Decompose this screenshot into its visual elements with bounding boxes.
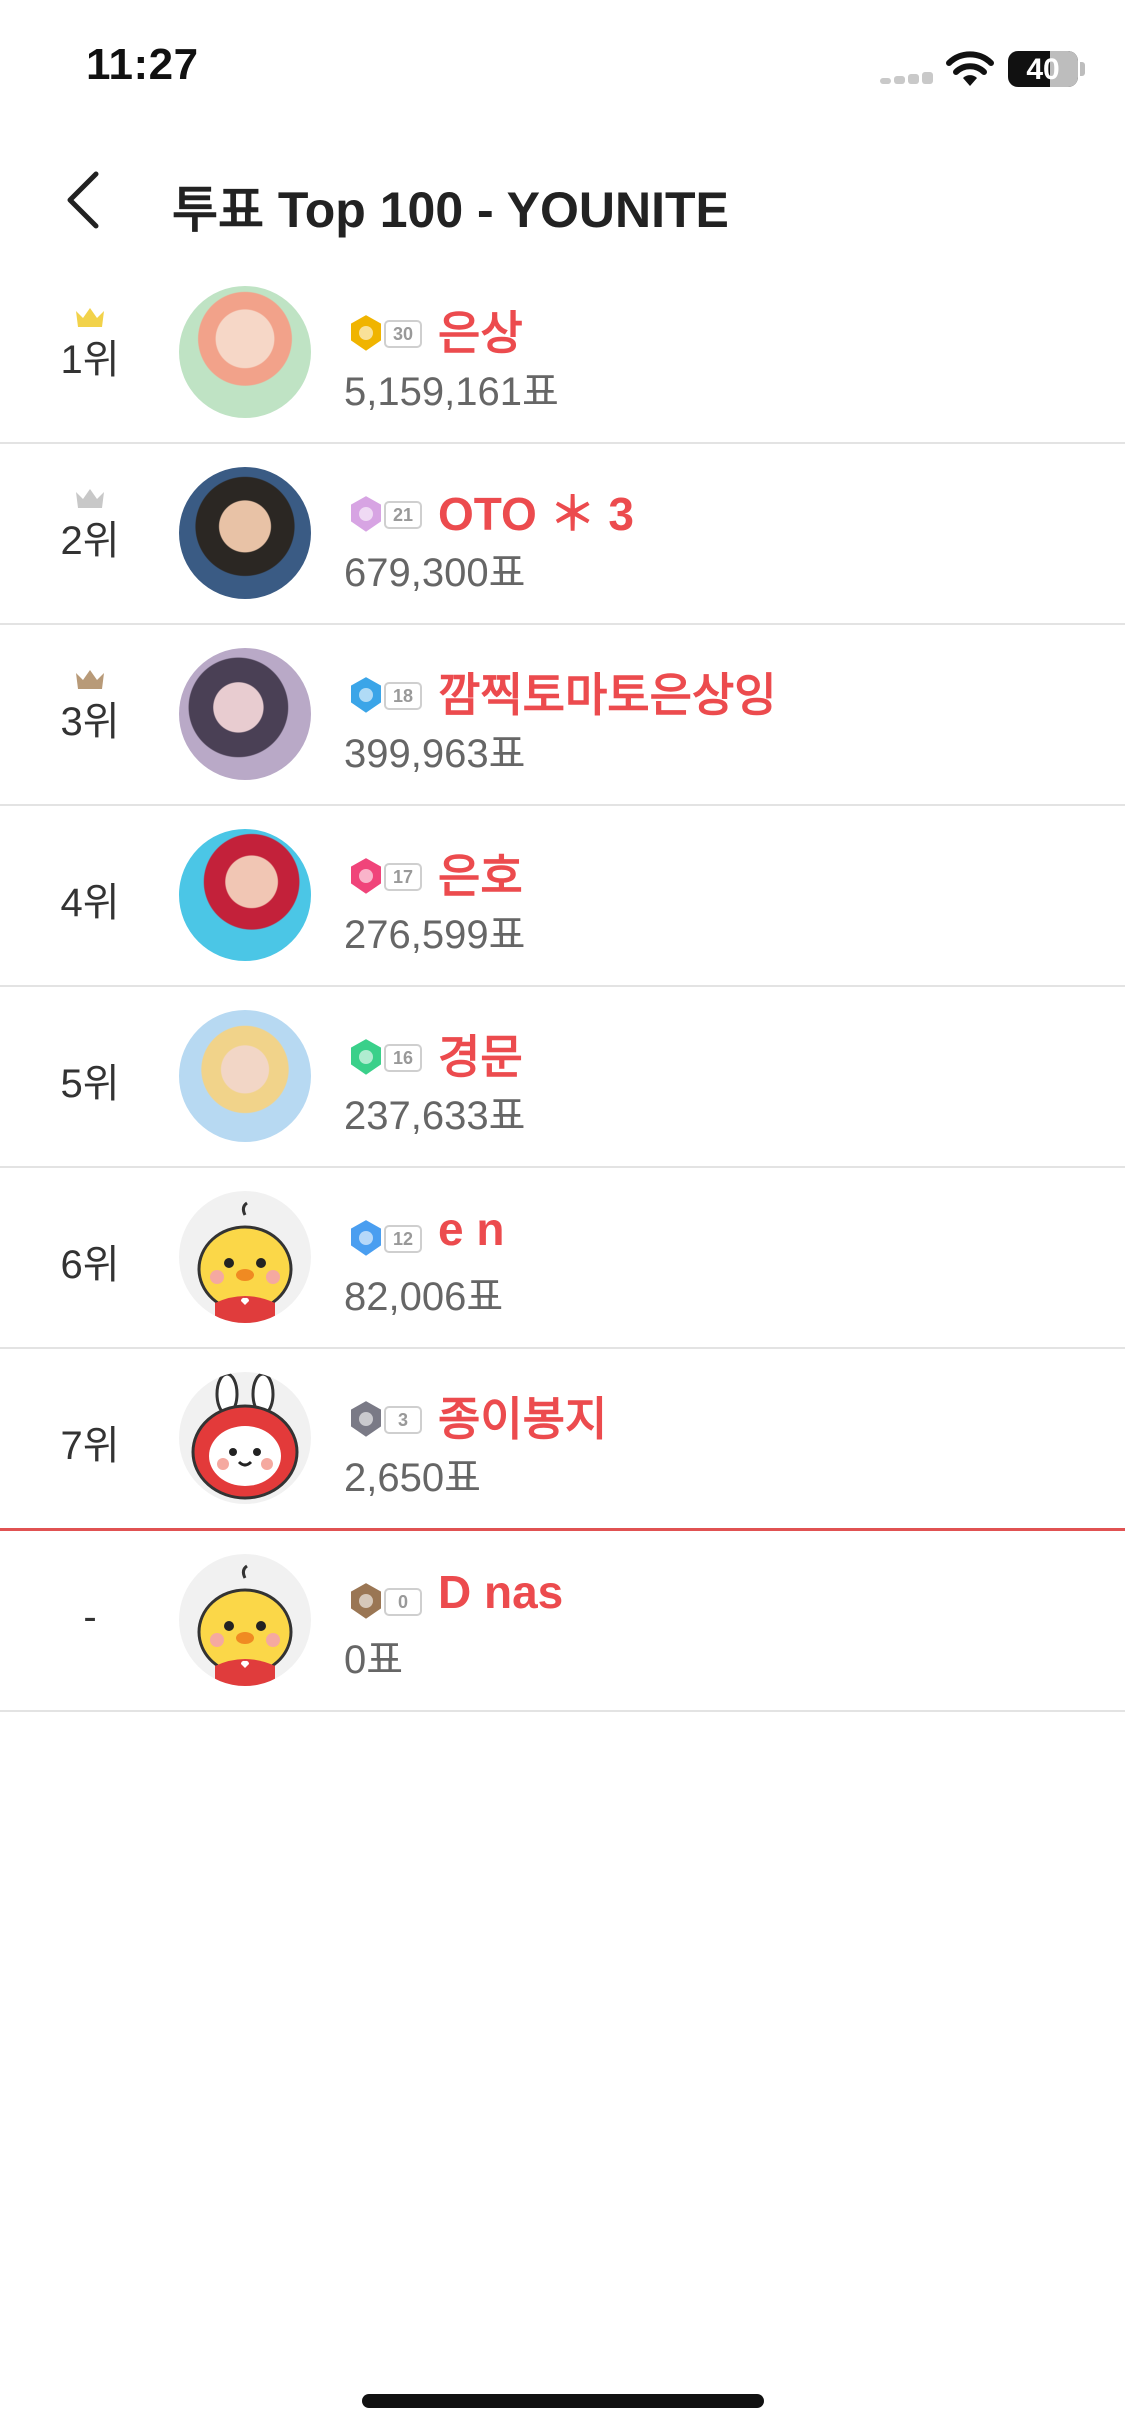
- ranking-row[interactable]: 5위 16 경문 237,633표: [0, 987, 1125, 1168]
- rank-cell: 3위: [0, 625, 180, 804]
- battery-tip: [1080, 62, 1085, 76]
- cellular-signal-icon: [880, 72, 933, 84]
- level-number: 0: [384, 1588, 422, 1616]
- crown-icon: [76, 670, 104, 689]
- level-number: 18: [384, 682, 422, 710]
- status-time: 11:27: [86, 40, 199, 89]
- avatar[interactable]: [179, 1554, 311, 1686]
- level-number: 16: [384, 1044, 422, 1072]
- user-name[interactable]: 깜찍토마토은상잉: [438, 659, 777, 725]
- ranking-row[interactable]: 2위 21 OTO ＊ 3 679,300표: [0, 444, 1125, 625]
- level-number: 3: [384, 1406, 422, 1434]
- avatar[interactable]: [179, 467, 311, 599]
- avatar[interactable]: [179, 286, 311, 418]
- avatar[interactable]: [179, 1372, 311, 1504]
- avatar[interactable]: [179, 1191, 311, 1323]
- level-badge-icon: [349, 493, 383, 535]
- rank-cell: -: [0, 1531, 180, 1710]
- rank-cell: 6위: [0, 1168, 180, 1347]
- user-info: 16 경문 237,633표: [344, 987, 1105, 1166]
- level-badge-icon: [349, 1398, 383, 1440]
- level-badge-icon: [349, 1580, 383, 1622]
- vote-count: 399,963표: [344, 732, 526, 776]
- level-number: 12: [384, 1225, 422, 1253]
- vote-count: 237,633표: [344, 1094, 526, 1138]
- wifi-icon: [946, 51, 994, 86]
- user-info: 3 종이봉지 2,650표: [344, 1349, 1105, 1528]
- ranking-row[interactable]: 1위 30 은상 5,159,161표: [0, 263, 1125, 444]
- level-badge-icon: [349, 312, 383, 354]
- level-number: 21: [384, 501, 422, 529]
- level-number: 30: [384, 320, 422, 348]
- vote-count: 5,159,161표: [344, 370, 559, 414]
- ranking-row[interactable]: 6위 12 e n 82,006표: [0, 1168, 1125, 1349]
- battery-icon: 40: [1008, 51, 1078, 87]
- rank-cell: 7위: [0, 1349, 180, 1528]
- vote-count: 2,650표: [344, 1456, 481, 1500]
- rank-cell: 4위: [0, 806, 180, 985]
- vote-count: 0표: [344, 1638, 404, 1682]
- level-badge-icon: [349, 1036, 383, 1078]
- vote-count: 276,599표: [344, 913, 526, 957]
- level-number: 17: [384, 863, 422, 891]
- rank-label: 3위: [60, 700, 120, 744]
- user-name[interactable]: D nas: [438, 1565, 563, 1619]
- vote-count: 82,006표: [344, 1275, 504, 1319]
- avatar[interactable]: [179, 829, 311, 961]
- user-name[interactable]: 경문: [438, 1021, 523, 1087]
- rank-label: 4위: [60, 881, 120, 925]
- user-info: 21 OTO ＊ 3 679,300표: [344, 444, 1105, 623]
- ranking-row[interactable]: 3위 18 깜찍토마토은상잉 399,963표: [0, 625, 1125, 806]
- crown-icon: [76, 308, 104, 327]
- rank-label: 5위: [60, 1062, 120, 1106]
- user-name[interactable]: 종이봉지: [438, 1383, 607, 1449]
- avatar[interactable]: [179, 648, 311, 780]
- user-name[interactable]: OTO ＊ 3: [438, 478, 634, 544]
- ranking-row[interactable]: 4위 17 은호 276,599표: [0, 806, 1125, 987]
- ranking-list: 1위 30 은상 5,159,161표 2위 21 OTO ＊ 3 679,300표 3위 18 깜…: [0, 263, 1125, 1712]
- level-badge-icon: [349, 1217, 383, 1259]
- ranking-row[interactable]: 7위 3 종이봉지 2,650표: [0, 1349, 1125, 1531]
- back-button[interactable]: [56, 164, 116, 236]
- user-name[interactable]: 은상: [438, 297, 523, 363]
- chevron-left-icon: [67, 171, 99, 229]
- page-title: 투표 Top 100 - YOUNITE: [172, 182, 729, 238]
- user-info: 17 은호 276,599표: [344, 806, 1105, 985]
- crown-icon: [76, 489, 104, 508]
- status-bar: 11:27 40: [0, 0, 1125, 140]
- level-badge-icon: [349, 855, 383, 897]
- rank-label: 6위: [60, 1243, 120, 1287]
- avatar[interactable]: [179, 1010, 311, 1142]
- battery-level: 40: [1026, 53, 1060, 86]
- rank-label: 1위: [60, 338, 120, 382]
- rank-cell: 2위: [0, 444, 180, 623]
- home-indicator[interactable]: [362, 2394, 764, 2408]
- nav-bar: 투표 Top 100 - YOUNITE: [0, 140, 1125, 260]
- rank-label: 2위: [60, 519, 120, 563]
- ranking-row[interactable]: - 0 D nas 0표: [0, 1531, 1125, 1712]
- rank-cell: 1위: [0, 263, 180, 442]
- user-info: 30 은상 5,159,161표: [344, 263, 1105, 442]
- user-name[interactable]: e n: [438, 1202, 504, 1256]
- user-info: 12 e n 82,006표: [344, 1168, 1105, 1347]
- vote-count: 679,300표: [344, 551, 526, 595]
- rank-label: 7위: [60, 1424, 120, 1468]
- user-info: 18 깜찍토마토은상잉 399,963표: [344, 625, 1105, 804]
- rank-label: -: [83, 1595, 97, 1639]
- rank-cell: 5위: [0, 987, 180, 1166]
- level-badge-icon: [349, 674, 383, 716]
- user-info: 0 D nas 0표: [344, 1531, 1105, 1710]
- user-name[interactable]: 은호: [438, 840, 523, 906]
